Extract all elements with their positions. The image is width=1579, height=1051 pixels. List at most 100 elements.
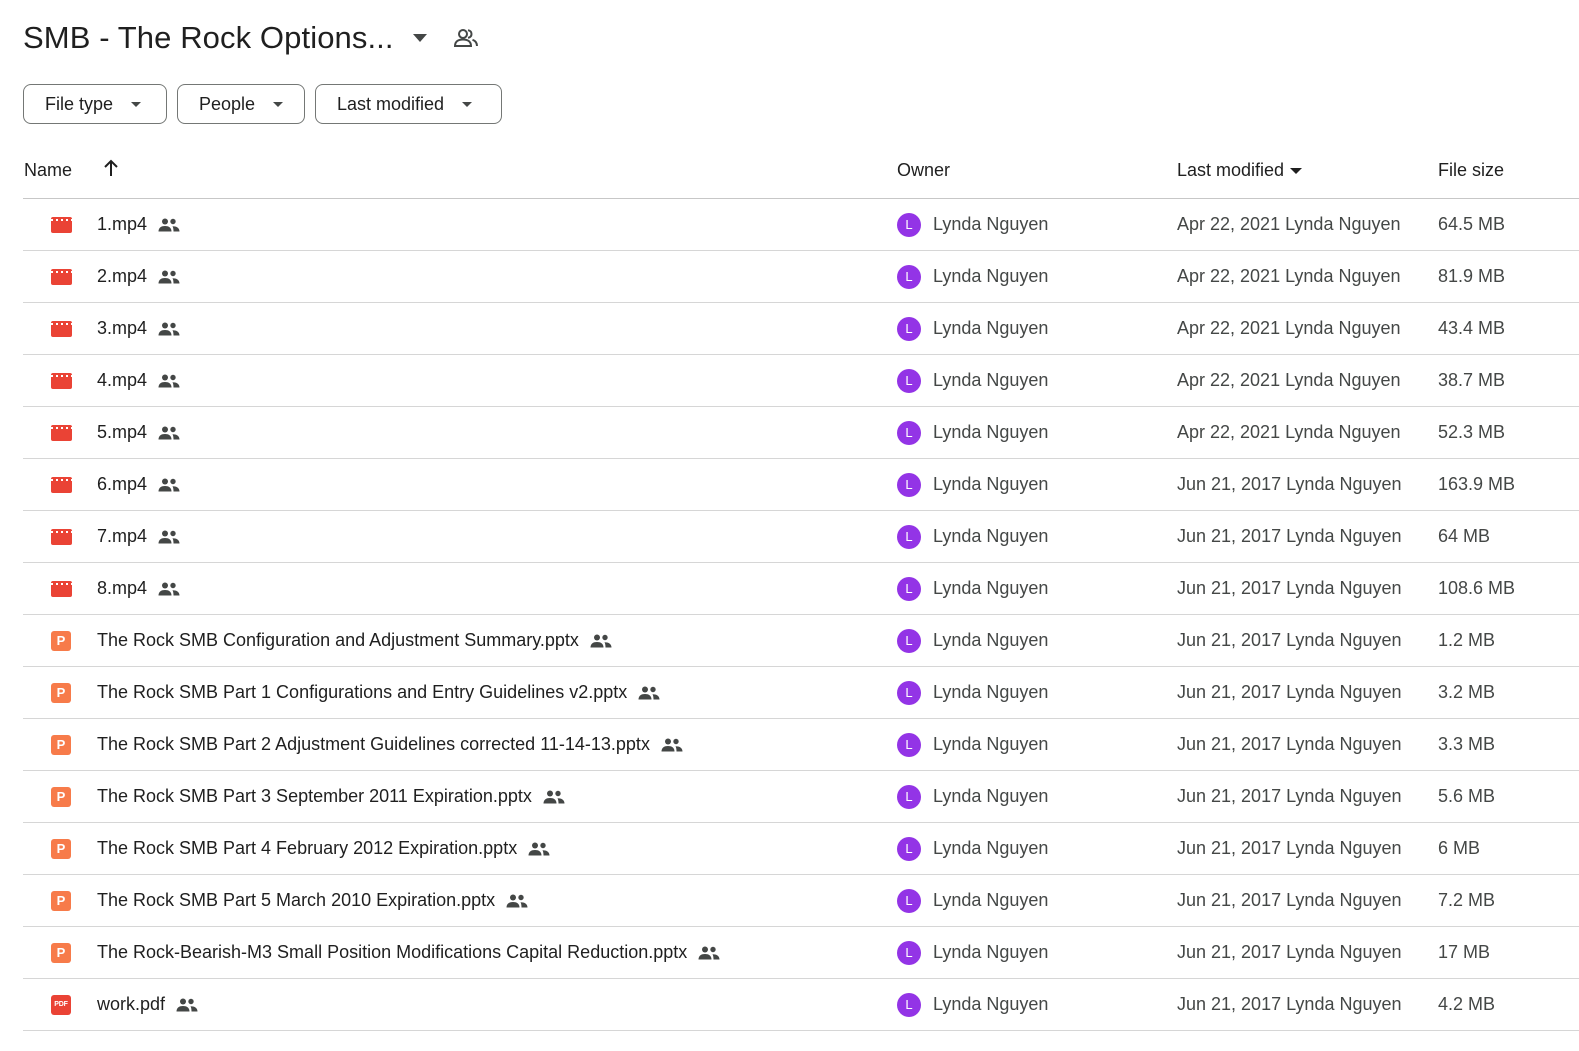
- people-filter[interactable]: People: [177, 84, 305, 124]
- file-row[interactable]: P The Rock SMB Configuration and Adjustme…: [23, 615, 1579, 667]
- owner-column-header[interactable]: Owner: [897, 160, 950, 181]
- last-modified-cell: Jun 21, 2017 Lynda Nguyen: [1177, 526, 1402, 546]
- owner-avatar[interactable]: L: [897, 472, 921, 497]
- owner-avatar[interactable]: L: [897, 576, 921, 601]
- file-size-cell: 38.7 MB: [1438, 370, 1506, 390]
- file-rows: 1.mp4 L Lynda Nguyen Apr 22, 2021 Lynda Ngu…: [23, 199, 1579, 1031]
- file-row[interactable]: 3.mp4 L Lynda Nguyen Apr 22, 2021 Lynda Ngu…: [23, 303, 1579, 355]
- name-column-header[interactable]: Name: [24, 160, 72, 181]
- file-name-cell[interactable]: 5.mp4: [97, 407, 180, 458]
- file-name-cell[interactable]: The Rock SMB Part 4 February 2012 Expira…: [97, 823, 550, 874]
- last-modified-filter[interactable]: Last modified: [315, 84, 502, 124]
- owner-avatar[interactable]: L: [897, 784, 921, 809]
- owner-avatar[interactable]: L: [897, 264, 921, 289]
- file-row[interactable]: 2.mp4 L Lynda Nguyen Apr 22, 2021 Lynda Ngu…: [23, 251, 1579, 303]
- file-type-icon: P: [50, 875, 72, 926]
- file-type-icon: P: [50, 719, 72, 770]
- owner-avatar[interactable]: L: [897, 940, 921, 965]
- file-list-header: Name Owner Last modified File size: [23, 146, 1579, 199]
- file-name-cell[interactable]: The Rock SMB Part 3 September 2011 Expir…: [97, 771, 565, 822]
- file-row[interactable]: P The Rock-Bearish-M3 Small Position Modi…: [23, 927, 1579, 979]
- file-size-cell: 52.3 MB: [1438, 422, 1506, 442]
- file-type-filter[interactable]: File type: [23, 84, 167, 124]
- last-modified-column-header[interactable]: Last modified: [1177, 160, 1303, 181]
- file-name: 8.mp4: [97, 578, 148, 598]
- file-name-cell[interactable]: 7.mp4: [97, 511, 180, 562]
- file-type-icon: P: [50, 615, 72, 666]
- last-modified-column-label: Last modified: [1177, 160, 1285, 180]
- video-file-icon: [50, 528, 72, 545]
- file-size-cell: 6 MB: [1438, 838, 1481, 858]
- file-row[interactable]: 4.mp4 L Lynda Nguyen Apr 22, 2021 Lynda Ngu…: [23, 355, 1579, 407]
- last-modified-filter-label: Last modified: [337, 93, 445, 114]
- owner-avatar[interactable]: L: [897, 888, 921, 913]
- slides-file-icon: P: [51, 682, 71, 703]
- file-name-cell[interactable]: The Rock SMB Part 2 Adjustment Guideline…: [97, 719, 683, 770]
- shared-people-icon: [543, 790, 565, 804]
- owner-avatar[interactable]: L: [897, 524, 921, 549]
- file-row[interactable]: P The Rock SMB Part 3 September 2011 Expi…: [23, 771, 1579, 823]
- file-size-cell: 81.9 MB: [1438, 266, 1506, 286]
- file-row[interactable]: P The Rock SMB Part 2 Adjustment Guidelin…: [23, 719, 1579, 771]
- slides-file-icon: P: [51, 786, 71, 807]
- owner-avatar[interactable]: L: [897, 680, 921, 705]
- owner-avatar[interactable]: L: [897, 212, 921, 237]
- owner-name: Lynda Nguyen: [933, 578, 1049, 598]
- owner-name: Lynda Nguyen: [933, 630, 1049, 650]
- file-name-cell[interactable]: 6.mp4: [97, 459, 180, 510]
- file-name-cell[interactable]: The Rock SMB Part 1 Configurations and E…: [97, 667, 660, 718]
- file-type-icon: [50, 303, 72, 354]
- owner-name: Lynda Nguyen: [933, 734, 1049, 754]
- file-name-cell[interactable]: The Rock-Bearish-M3 Small Position Modif…: [97, 927, 720, 978]
- file-size-column-header[interactable]: File size: [1438, 160, 1504, 181]
- last-modified-cell: Jun 21, 2017 Lynda Nguyen: [1177, 734, 1402, 754]
- last-modified-cell: Jun 21, 2017 Lynda Nguyen: [1177, 890, 1402, 910]
- owner-name: Lynda Nguyen: [933, 942, 1049, 962]
- owner-avatar[interactable]: L: [897, 836, 921, 861]
- file-size-cell: 7.2 MB: [1438, 890, 1496, 910]
- shared-people-icon: [661, 738, 683, 752]
- pdf-file-icon: PDF: [51, 994, 71, 1015]
- file-name-cell[interactable]: 8.mp4: [97, 563, 180, 614]
- file-row[interactable]: P The Rock SMB Part 1 Configurations and …: [23, 667, 1579, 719]
- file-row[interactable]: 5.mp4 L Lynda Nguyen Apr 22, 2021 Lynda Ngu…: [23, 407, 1579, 459]
- shared-folder-people-icon[interactable]: [452, 24, 480, 52]
- folder-title[interactable]: SMB - The Rock Options...: [23, 20, 394, 56]
- owner-avatar[interactable]: L: [897, 420, 921, 445]
- file-type-icon: [50, 251, 72, 302]
- owner-name: Lynda Nguyen: [933, 786, 1049, 806]
- owner-name: Lynda Nguyen: [933, 682, 1049, 702]
- file-name-cell[interactable]: work.pdf: [97, 979, 198, 1030]
- owner-cell: L Lynda Nguyen: [897, 251, 1048, 302]
- file-name-cell[interactable]: 4.mp4: [97, 355, 180, 406]
- owner-avatar[interactable]: L: [897, 992, 921, 1017]
- folder-header: SMB - The Rock Options...: [23, 14, 480, 62]
- owner-name: Lynda Nguyen: [933, 214, 1049, 234]
- file-row[interactable]: P The Rock SMB Part 5 March 2010 Expirati…: [23, 875, 1579, 927]
- shared-people-icon: [158, 270, 180, 284]
- file-type-icon: P: [50, 927, 72, 978]
- file-name-cell[interactable]: The Rock SMB Part 5 March 2010 Expiratio…: [97, 875, 528, 926]
- file-row[interactable]: 7.mp4 L Lynda Nguyen Jun 21, 2017 Lynda Ngu…: [23, 511, 1579, 563]
- owner-avatar[interactable]: L: [897, 316, 921, 341]
- file-row[interactable]: 6.mp4 L Lynda Nguyen Jun 21, 2017 Lynda Ngu…: [23, 459, 1579, 511]
- file-name-cell[interactable]: The Rock SMB Configuration and Adjustmen…: [97, 615, 612, 666]
- file-row[interactable]: PDF work.pdf L Lynda Nguyen Jun 21, 2017 Lyn…: [23, 979, 1579, 1031]
- arrow-drop-down-icon[interactable]: [408, 26, 432, 50]
- last-modified-cell: Jun 21, 2017 Lynda Nguyen: [1177, 578, 1402, 598]
- file-name-cell[interactable]: 2.mp4: [97, 251, 180, 302]
- file-name: The Rock-Bearish-M3 Small Position Modif…: [97, 942, 688, 962]
- owner-avatar[interactable]: L: [897, 368, 921, 393]
- file-row[interactable]: 1.mp4 L Lynda Nguyen Apr 22, 2021 Lynda Ngu…: [23, 199, 1579, 251]
- file-row[interactable]: P The Rock SMB Part 4 February 2012 Expir…: [23, 823, 1579, 875]
- owner-name: Lynda Nguyen: [933, 318, 1049, 338]
- file-name: 7.mp4: [97, 526, 148, 546]
- owner-avatar[interactable]: L: [897, 732, 921, 757]
- file-name-cell[interactable]: 3.mp4: [97, 303, 180, 354]
- file-row[interactable]: 8.mp4 L Lynda Nguyen Jun 21, 2017 Lynda Ngu…: [23, 563, 1579, 615]
- shared-people-icon: [528, 842, 550, 856]
- sort-ascending-arrow-icon[interactable]: [103, 159, 119, 177]
- owner-avatar[interactable]: L: [897, 628, 921, 653]
- file-name-cell[interactable]: 1.mp4: [97, 199, 180, 250]
- shared-people-icon: [698, 946, 720, 960]
